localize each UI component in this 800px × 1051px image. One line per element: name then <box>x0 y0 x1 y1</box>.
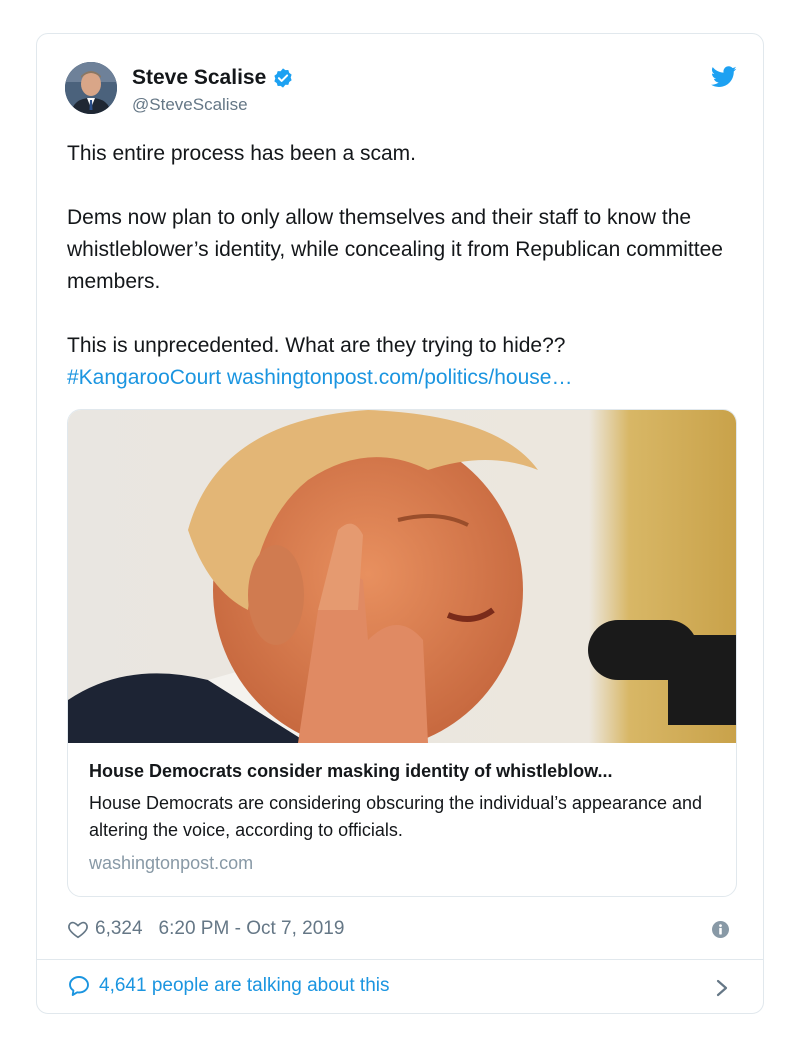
tweet-line-3: This is unprecedented. What are they try… <box>67 334 566 357</box>
card-text: House Democrats consider masking identit… <box>68 743 736 875</box>
like-button[interactable]: 6,324 <box>67 918 143 940</box>
like-count: 6,324 <box>95 918 143 939</box>
author-row: Steve Scalise <box>132 66 294 90</box>
heart-icon <box>68 921 88 939</box>
card-domain: washingtonpost.com <box>89 853 254 873</box>
link-preview-card[interactable]: House Democrats consider masking identit… <box>67 409 737 897</box>
tweet-text: This entire process has been a scam. Dem… <box>67 138 737 394</box>
tweet-embed: Steve Scalise @SteveScalise This entire … <box>36 33 764 1014</box>
info-icon[interactable] <box>712 921 729 938</box>
author-name[interactable]: Steve Scalise <box>132 66 266 90</box>
conversation-link[interactable]: 4,641 people are talking about this <box>67 974 390 998</box>
speech-bubble-icon <box>69 976 89 996</box>
tweet-line-2: Dems now plan to only allow themselves a… <box>67 206 723 293</box>
card-description: House Democrats are considering obscurin… <box>89 793 703 840</box>
avatar[interactable] <box>65 62 117 114</box>
article-url-link[interactable]: washingtonpost.com/politics/house… <box>227 366 573 389</box>
tweet-meta: 6,324 6:20 PM - Oct 7, 2019 <box>67 918 344 940</box>
card-title: House Democrats consider masking identit… <box>89 761 613 781</box>
verified-badge-icon <box>272 67 294 89</box>
chevron-right-icon[interactable] <box>715 979 729 997</box>
tweet-links-line: #KangarooCourt washingtonpost.com/politi… <box>67 362 737 394</box>
divider <box>37 959 763 960</box>
tweet-timestamp[interactable]: 6:20 PM - Oct 7, 2019 <box>159 918 345 940</box>
twitter-bird-icon[interactable] <box>711 66 737 88</box>
tweet-line-1: This entire process has been a scam. <box>67 142 417 165</box>
conversation-label: 4,641 people are talking about this <box>99 975 390 996</box>
card-image <box>68 410 736 743</box>
hashtag-link[interactable]: #KangarooCourt <box>67 366 221 389</box>
avatar-photo <box>65 62 117 114</box>
author-handle[interactable]: @SteveScalise <box>132 95 248 115</box>
